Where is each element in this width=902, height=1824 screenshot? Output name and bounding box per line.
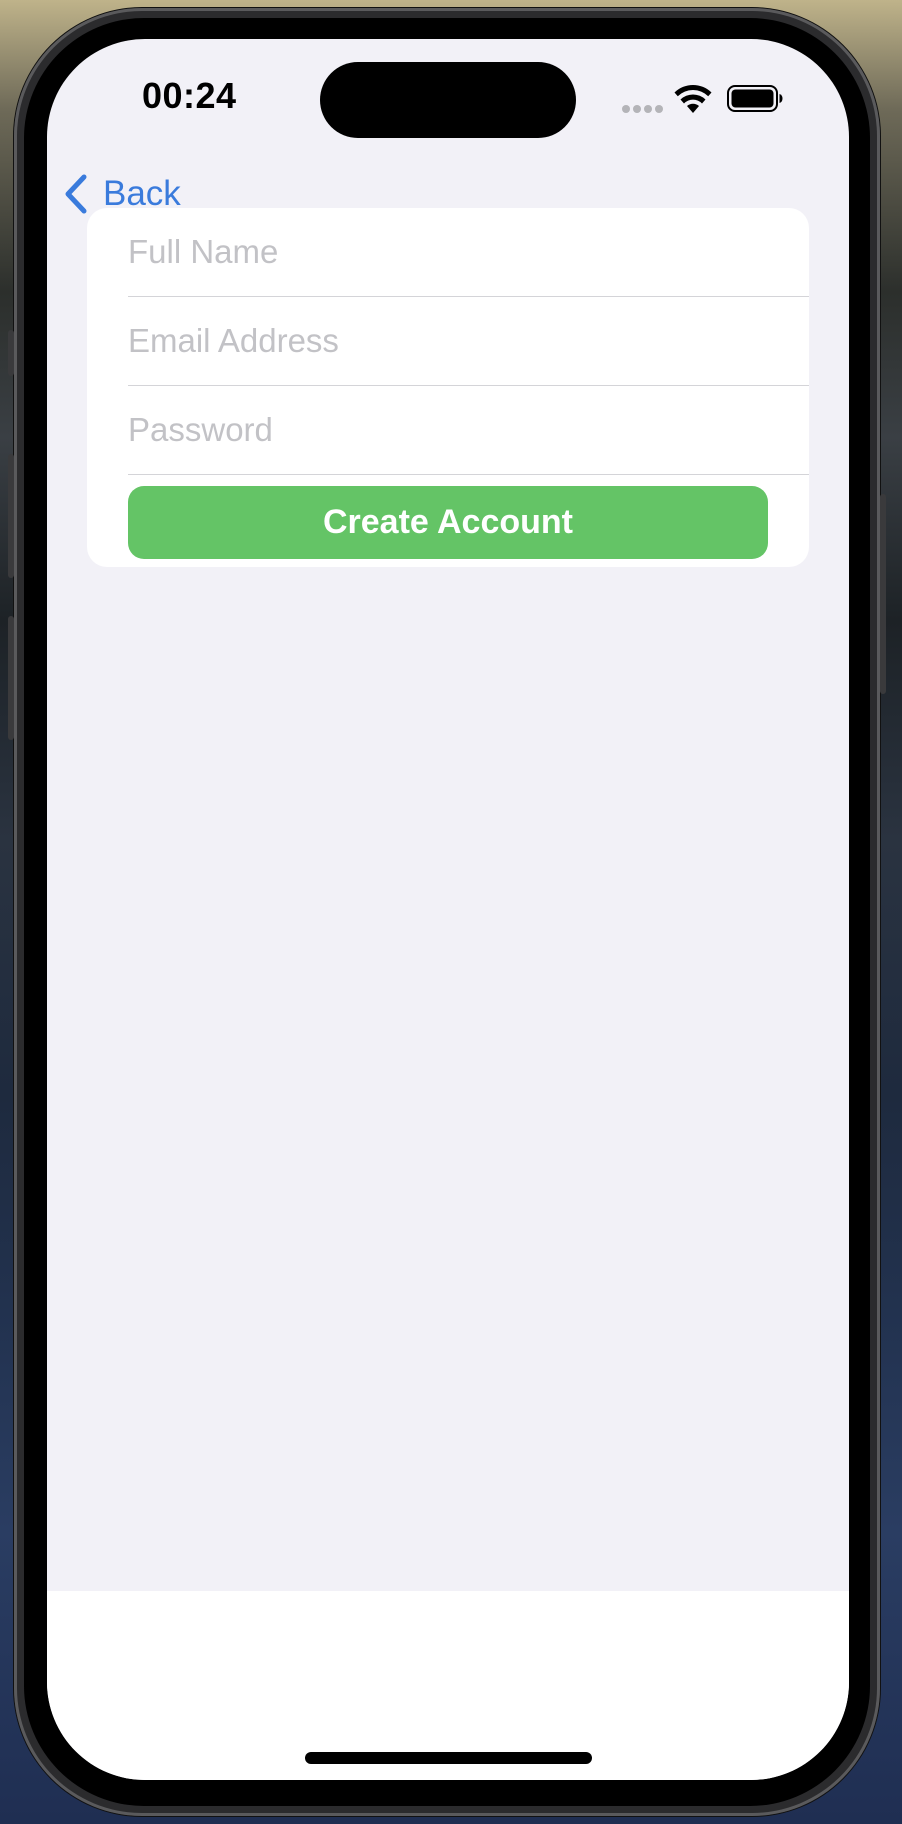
create-account-button[interactable]: Create Account — [128, 486, 768, 559]
volume-down-button — [8, 616, 14, 740]
password-field — [128, 386, 809, 475]
full-name-input[interactable] — [128, 208, 768, 296]
full-name-field — [128, 208, 809, 297]
email-input[interactable] — [128, 297, 768, 385]
chevron-left-icon — [65, 174, 87, 214]
dynamic-island — [320, 62, 576, 138]
phone-screen: 00:24 Back Create Account — [47, 39, 849, 1780]
action-button — [8, 330, 14, 376]
password-input[interactable] — [128, 386, 768, 474]
signup-form-card: Create Account — [87, 208, 809, 567]
wifi-icon — [674, 84, 712, 113]
side-power-button — [880, 494, 886, 694]
battery-icon — [727, 85, 783, 112]
cellular-signal-icon — [622, 105, 664, 115]
status-time: 00:24 — [142, 75, 237, 116]
home-indicator[interactable] — [305, 1752, 592, 1764]
volume-up-button — [8, 454, 14, 578]
email-field — [128, 297, 809, 386]
